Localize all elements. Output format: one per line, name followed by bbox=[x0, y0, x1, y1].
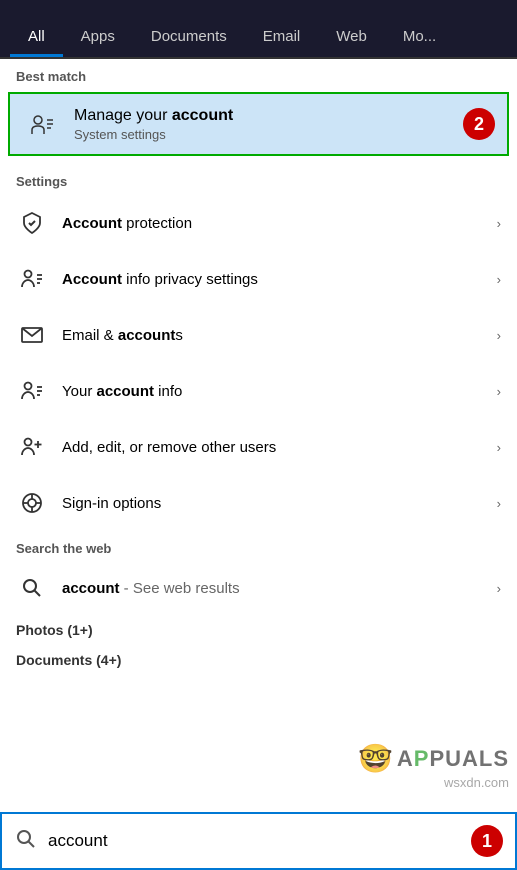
chevron-icon: › bbox=[497, 216, 501, 231]
tab-email[interactable]: Email bbox=[245, 18, 319, 57]
setting-label-add-remove-users: Add, edit, or remove other users bbox=[62, 439, 497, 456]
tab-web[interactable]: Web bbox=[318, 18, 385, 57]
setting-label-account-info-privacy: Account info privacy settings bbox=[62, 271, 497, 288]
step-badge-1: 1 bbox=[471, 825, 503, 857]
step-badge-2: 2 bbox=[463, 108, 495, 140]
chevron-icon-5: › bbox=[497, 440, 501, 455]
account-info-icon bbox=[16, 263, 48, 295]
shield-icon bbox=[16, 207, 48, 239]
best-match-title: Manage your account bbox=[74, 107, 455, 125]
best-match-item[interactable]: Manage your account System settings 2 bbox=[8, 92, 509, 156]
tab-all[interactable]: All bbox=[10, 18, 63, 57]
email-icon bbox=[16, 319, 48, 351]
chevron-icon-4: › bbox=[497, 384, 501, 399]
setting-label-your-account-info: Your account info bbox=[62, 383, 497, 400]
setting-account-info-privacy[interactable]: Account info privacy settings › bbox=[0, 251, 517, 307]
setting-add-remove-users[interactable]: Add, edit, or remove other users › bbox=[0, 419, 517, 475]
setting-label-email-accounts: Email & accounts bbox=[62, 327, 497, 344]
setting-label-sign-in-options: Sign-in options bbox=[62, 495, 497, 512]
chevron-icon-3: › bbox=[497, 328, 501, 343]
setting-email-accounts[interactable]: Email & accounts › bbox=[0, 307, 517, 363]
setting-label-account-protection: Account protection bbox=[62, 215, 497, 232]
chevron-icon-6: › bbox=[497, 496, 501, 511]
best-match-text: Manage your account System settings bbox=[74, 107, 455, 142]
web-search-text: account - See web results bbox=[62, 580, 497, 597]
photos-section[interactable]: Photos (1+) bbox=[0, 614, 517, 644]
search-results: Best match Manage your account System se… bbox=[0, 59, 517, 674]
settings-header: Settings bbox=[0, 164, 517, 195]
tab-bar: All Apps Documents Email Web Mo... bbox=[0, 0, 517, 59]
watermark: 🤓 APPUALS wsxdn.com bbox=[358, 742, 509, 790]
documents-section[interactable]: Documents (4+) bbox=[0, 644, 517, 674]
search-input[interactable] bbox=[48, 831, 463, 851]
manage-account-icon bbox=[22, 104, 62, 144]
tab-documents[interactable]: Documents bbox=[133, 18, 245, 57]
chevron-icon-2: › bbox=[497, 272, 501, 287]
search-bar-icon bbox=[14, 827, 38, 856]
search-bar: 1 bbox=[0, 812, 517, 870]
sign-in-icon bbox=[16, 487, 48, 519]
best-match-subtitle: System settings bbox=[74, 127, 455, 142]
web-search-header: Search the web bbox=[0, 531, 517, 562]
setting-account-protection[interactable]: Account protection › bbox=[0, 195, 517, 251]
setting-sign-in-options[interactable]: Sign-in options › bbox=[0, 475, 517, 531]
chevron-icon-web: › bbox=[497, 581, 501, 596]
appuals-logo: 🤓 APPUALS bbox=[358, 742, 509, 775]
watermark-site: wsxdn.com bbox=[358, 775, 509, 790]
appuals-character-icon: 🤓 bbox=[358, 742, 393, 775]
setting-your-account-info[interactable]: Your account info › bbox=[0, 363, 517, 419]
tab-more[interactable]: Mo... bbox=[385, 18, 454, 57]
your-account-icon bbox=[16, 375, 48, 407]
appuals-logo-text: APPUALS bbox=[397, 746, 509, 772]
web-search-item[interactable]: account - See web results › bbox=[0, 562, 517, 614]
best-match-header: Best match bbox=[0, 59, 517, 90]
add-user-icon bbox=[16, 431, 48, 463]
tab-apps[interactable]: Apps bbox=[63, 18, 133, 57]
search-web-icon bbox=[16, 572, 48, 604]
